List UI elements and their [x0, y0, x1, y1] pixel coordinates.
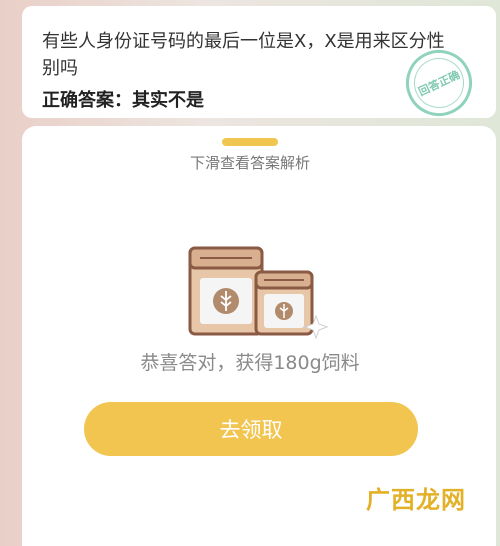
question-text: 有些人身份证号码的最后一位是X，X是用来区分性别吗	[42, 31, 445, 79]
reward-message: 恭喜答对，获得180g饲料	[140, 352, 360, 374]
large-feed-bag-icon	[188, 246, 264, 336]
feed-bags-icon	[188, 246, 329, 340]
question-card: 有些人身份证号码的最后一位是X，X是用来区分性别吗 正确答案：其实不是 回答正确	[22, 6, 496, 127]
watermark-logo: 广西龙网	[366, 486, 466, 514]
swipe-hint: 下滑查看答案解析	[189, 154, 310, 172]
answer-label: 正确答案：	[42, 90, 132, 111]
answer-line: 正确答案：其实不是	[42, 86, 204, 112]
claim-button[interactable]: 去领取	[84, 402, 418, 456]
answer-value: 其实不是	[132, 90, 204, 111]
drag-handle[interactable]	[222, 138, 278, 146]
small-feed-bag-icon	[254, 270, 314, 336]
stamp-text: 回答正确	[416, 68, 462, 99]
